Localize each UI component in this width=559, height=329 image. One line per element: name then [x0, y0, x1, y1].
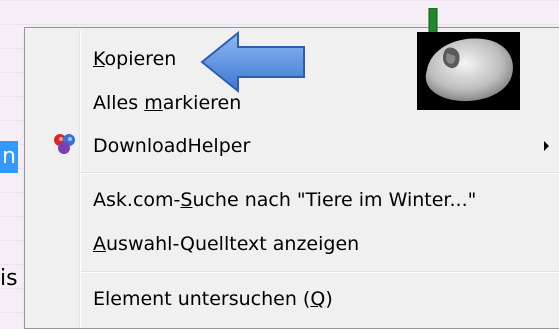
menu-separator: [81, 172, 559, 174]
page-text-fragment: is: [0, 266, 18, 291]
menu-item-label: Kopieren: [93, 48, 177, 70]
menu-item-label: Auswahl-Quelltext anzeigen: [93, 233, 360, 255]
menu-item-label: Ask.com-Suche nach "Tiere im Winter...": [93, 189, 477, 211]
menu-item-downloadhelper[interactable]: DownloadHelper: [27, 126, 559, 166]
menu-item-label: Element untersuchen (Q): [93, 288, 333, 310]
menu-separator: [81, 271, 559, 273]
computer-mouse-icon: [417, 32, 520, 110]
left-arrow-icon: [200, 30, 308, 97]
menu-item-element-untersuchen[interactable]: Element untersuchen (Q): [27, 279, 559, 319]
menu-item-ask-suche[interactable]: Ask.com-Suche nach "Tiere im Winter...": [27, 180, 559, 220]
submenu-arrow-icon: [544, 141, 549, 151]
menu-item-label: DownloadHelper: [93, 135, 251, 157]
selected-text-fragment: n: [0, 141, 18, 173]
menu-item-auswahl-quelltext[interactable]: Auswahl-Quelltext anzeigen: [27, 224, 559, 264]
downloadhelper-icon: [51, 131, 77, 161]
